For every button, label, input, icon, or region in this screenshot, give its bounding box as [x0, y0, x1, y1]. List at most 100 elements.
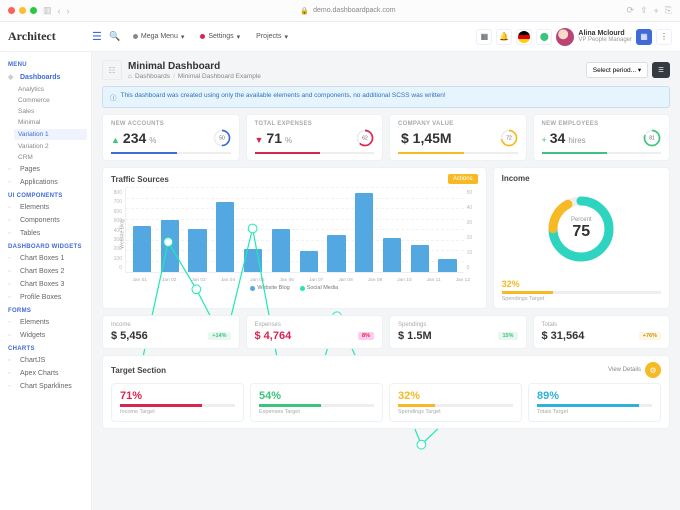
kpi-card: TOTAL EXPENSES ▼ 71 % 62	[246, 114, 384, 161]
chart-bar	[300, 251, 318, 272]
notifications-icon[interactable]: 🔔	[496, 29, 512, 45]
search-icon[interactable]: 🔍	[108, 30, 122, 44]
sidebar-item-dashboards[interactable]: ◆Dashboards	[0, 70, 91, 84]
dashboard-shortcut-icon[interactable]: ▦	[636, 29, 652, 45]
sidebar-sub-commerce[interactable]: Commerce	[0, 95, 91, 106]
gear-icon[interactable]: ⚙	[645, 362, 661, 378]
stat-card: Spendings $ 1.5M15%	[389, 315, 527, 349]
trend-icon: ▲	[111, 135, 120, 145]
home-icon[interactable]: ⌂	[128, 73, 132, 80]
url-bar[interactable]: 🔒demo.dashboardpack.com	[76, 7, 621, 15]
sidebar-item-widgets[interactable]: ▫Widgets	[0, 329, 91, 342]
chart-icon: ▫	[8, 281, 16, 288]
chartjs-icon: ▫	[8, 357, 16, 364]
reload-icon[interactable]: ⟳	[626, 5, 634, 16]
sidebar-item-tables[interactable]: ▫Tables	[0, 227, 91, 240]
diamond-icon: ▫	[8, 204, 16, 211]
activity-icon[interactable]: ⬤	[536, 29, 552, 45]
user-name: Alina Mclourd	[578, 30, 632, 37]
kpi-card: COMPANY VALUE $ 1,45M 72	[389, 114, 527, 161]
options-icon[interactable]: ⋮	[656, 29, 672, 45]
sidebar-item-components[interactable]: ▫Components	[0, 214, 91, 227]
view-details-link[interactable]: View Details	[608, 367, 641, 373]
page-icon: ☷	[102, 60, 122, 80]
sidebar-item-form-elements[interactable]: ▫Elements	[0, 316, 91, 329]
sidebar-item-pages[interactable]: ▫Pages	[0, 163, 91, 176]
chart-bar	[133, 226, 151, 272]
target-section-card: Target Section View Details ⚙ 71% Income…	[102, 355, 670, 429]
actions-button[interactable]: Actions	[448, 174, 478, 184]
sidebar-item-apex[interactable]: ▫Apex Charts	[0, 367, 91, 380]
mega-menu-dropdown[interactable]: Mega Menu▾	[128, 31, 189, 43]
forward-icon[interactable]: ›	[67, 6, 70, 16]
apex-icon: ▫	[8, 370, 16, 377]
info-icon: ⓘ	[110, 92, 117, 102]
kpi-ring: 72	[499, 128, 519, 148]
kpi-ring: 50	[212, 128, 232, 148]
sidebar-item-sparklines[interactable]: ▫Chart Sparklines	[0, 380, 91, 393]
user-avatar[interactable]	[556, 28, 574, 46]
back-icon[interactable]: ‹	[58, 6, 61, 16]
chart-bar	[161, 220, 179, 273]
sidebar-item-applications[interactable]: ▫Applications	[0, 176, 91, 189]
new-tab-icon[interactable]: +	[654, 6, 659, 16]
chart-bar	[188, 229, 206, 272]
widget-icon: ▫	[8, 332, 16, 339]
sidebar-item-chartjs[interactable]: ▫ChartJS	[0, 354, 91, 367]
sidebar-sub-crm[interactable]: CRM	[0, 152, 91, 163]
traffic-chart: Website Blog 8007006005004003002001000 5…	[111, 188, 478, 283]
chart-bar	[327, 235, 345, 272]
sidebar-item-chartboxes1[interactable]: ▫Chart Boxes 1	[0, 252, 91, 265]
download-button[interactable]: ☰	[652, 62, 670, 78]
stat-card: Totals $ 31,564+76%	[533, 315, 671, 349]
tabs-icon[interactable]: ⎘	[665, 5, 672, 16]
chart-bar	[355, 193, 373, 272]
trend-icon: +	[542, 135, 547, 145]
card-title: Income	[502, 174, 530, 183]
delta-badge: +14%	[208, 332, 230, 340]
info-alert: ⓘThis dashboard was created using only t…	[102, 86, 670, 108]
sidebar-toggle-icon[interactable]: ▥	[43, 5, 52, 16]
grid-apps-icon[interactable]: ▦	[476, 29, 492, 45]
svg-text:81: 81	[649, 135, 655, 141]
sidebar-item-chartboxes2[interactable]: ▫Chart Boxes 2	[0, 265, 91, 278]
trend-icon: ▼	[255, 135, 264, 145]
sidebar-sub-analytics[interactable]: Analytics	[0, 84, 91, 95]
income-card: Income Percent 75	[493, 167, 670, 309]
breadcrumb-item[interactable]: Dashboards	[135, 73, 170, 80]
page-icon: ▫	[8, 166, 16, 173]
language-flag[interactable]	[516, 29, 532, 45]
sidebar-item-chartboxes3[interactable]: ▫Chart Boxes 3	[0, 278, 91, 291]
car-icon: ▫	[8, 217, 16, 224]
user-role: VP People Manager	[578, 37, 632, 43]
chart-bar	[272, 229, 290, 272]
chart-bar	[216, 202, 234, 272]
spark-icon: ▫	[8, 383, 16, 390]
card-title: Traffic Sources	[111, 175, 169, 184]
settings-dropdown[interactable]: Settings▾	[195, 31, 245, 43]
sidebar-sub-variation1[interactable]: Variation 1	[14, 129, 87, 140]
window-controls[interactable]	[8, 7, 37, 14]
user-info[interactable]: Alina Mclourd VP People Manager	[578, 30, 632, 43]
sidebar-section-charts: CHARTS	[0, 342, 91, 354]
stat-card: Income $ 5,456+14%	[102, 315, 240, 349]
traffic-sources-card: Traffic Sources Actions Website Blog 800…	[102, 167, 487, 309]
sidebar-section-menu: MENU	[0, 58, 91, 70]
projects-dropdown[interactable]: Projects▾	[251, 31, 293, 43]
sidebar-item-profileboxes[interactable]: ▫Profile Boxes	[0, 291, 91, 304]
kpi-card: NEW EMPLOYEES + 34 hires 81	[533, 114, 671, 161]
menu-toggle-icon[interactable]: ☰	[92, 30, 102, 43]
main-content: ☷ Minimal Dashboard ⌂ Dashboards / Minim…	[92, 52, 680, 510]
form-icon: ▫	[8, 319, 16, 326]
breadcrumb-current: Minimal Dashboard Example	[178, 73, 261, 80]
share-icon[interactable]: ⇪	[640, 5, 648, 16]
app-topbar: Architect ☰ 🔍 Mega Menu▾ Settings▾ Proje…	[0, 22, 680, 52]
delta-badge: 15%	[498, 332, 517, 340]
select-period-dropdown[interactable]: Select period... ▾	[586, 62, 648, 78]
brand-logo[interactable]: Architect	[8, 29, 86, 44]
sidebar-item-elements[interactable]: ▫Elements	[0, 201, 91, 214]
sidebar-sub-minimal[interactable]: Minimal	[0, 117, 91, 128]
sidebar-sub-variation2[interactable]: Variation 2	[0, 141, 91, 152]
chart-bar	[244, 249, 262, 272]
sidebar-sub-sales[interactable]: Sales	[0, 106, 91, 117]
